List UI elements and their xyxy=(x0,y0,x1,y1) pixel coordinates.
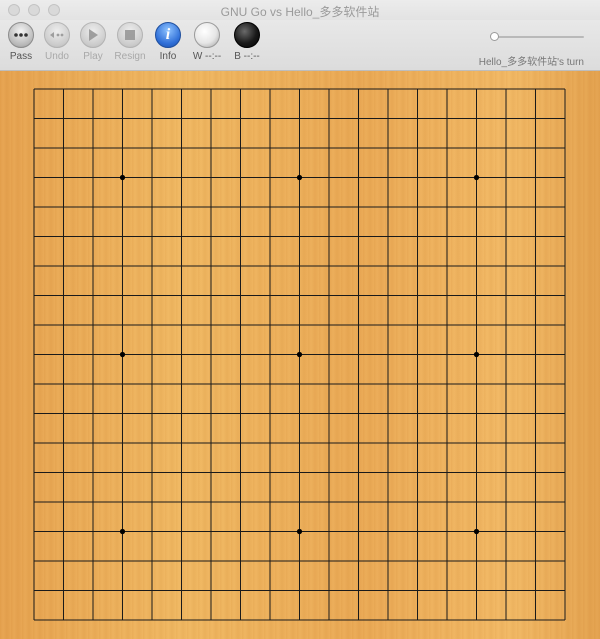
play-icon xyxy=(80,22,106,48)
resign-button[interactable]: Resign xyxy=(111,22,149,62)
pass-icon xyxy=(8,22,34,48)
info-button[interactable]: i Info xyxy=(149,22,187,62)
window-title: GNU Go vs Hello_多多软件站 xyxy=(220,5,380,19)
undo-button[interactable]: Undo xyxy=(38,22,76,62)
turn-indicator: Hello_多多软件站's turn xyxy=(478,57,584,68)
stop-icon xyxy=(117,22,143,48)
star-point xyxy=(119,351,126,358)
white-clock: W --:-- xyxy=(192,51,222,62)
go-board[interactable] xyxy=(0,71,600,639)
black-clock: B --:-- xyxy=(234,51,260,62)
star-point xyxy=(119,528,126,535)
board-grid[interactable] xyxy=(0,71,600,639)
play-button[interactable]: Play xyxy=(74,22,112,62)
star-point xyxy=(296,351,303,358)
black-player: B --:-- xyxy=(228,22,266,62)
info-label: Info xyxy=(159,51,177,62)
title-bar: GNU Go vs Hello_多多软件站 xyxy=(0,0,600,20)
undo-icon xyxy=(44,22,70,48)
undo-label: Undo xyxy=(45,51,69,62)
zoom-slider[interactable] xyxy=(490,32,584,41)
white-player: W --:-- xyxy=(188,22,226,62)
star-point xyxy=(296,174,303,181)
star-point xyxy=(473,351,480,358)
white-stone-icon xyxy=(194,22,220,48)
toolbar: Pass Undo Play Resign i Info W --:-- B -… xyxy=(0,20,600,71)
star-point xyxy=(296,528,303,535)
slider-knob[interactable] xyxy=(490,32,499,41)
info-icon: i xyxy=(155,22,181,48)
black-stone-icon xyxy=(234,22,260,48)
pass-label: Pass xyxy=(9,51,33,62)
play-label: Play xyxy=(83,51,103,62)
star-point xyxy=(473,528,480,535)
pass-button[interactable]: Pass xyxy=(2,22,40,62)
star-point xyxy=(473,174,480,181)
app-window: GNU Go vs Hello_多多软件站 Pass Undo Play Res… xyxy=(0,0,600,639)
star-point xyxy=(119,174,126,181)
resign-label: Resign xyxy=(114,51,146,62)
